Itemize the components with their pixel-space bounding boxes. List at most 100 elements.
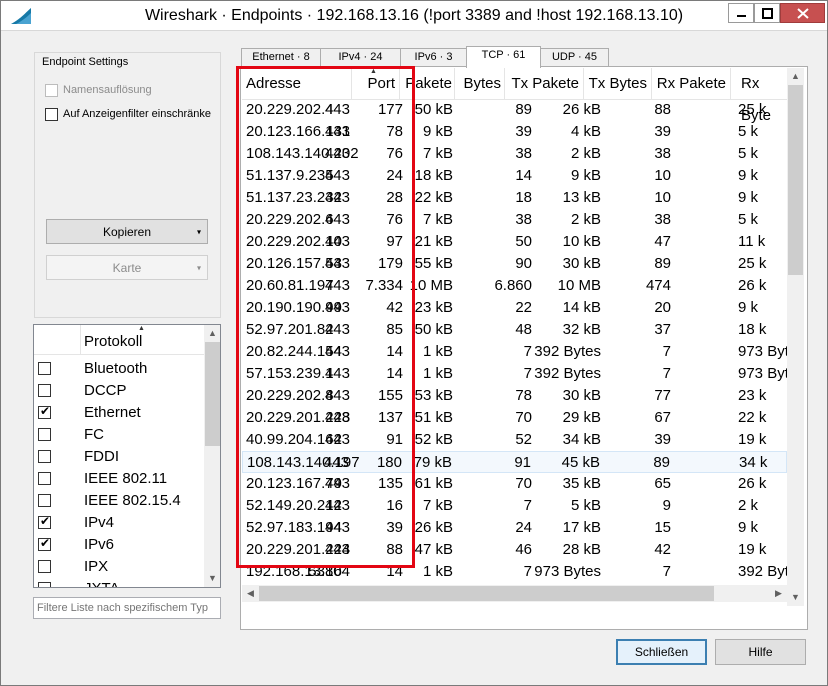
table-row[interactable]: 20.229.202.10 443 97 21 kB 50 10 kB 47 11 k <box>242 231 787 253</box>
table-row[interactable]: 57.153.239.1443141 kB7392 Bytes7973 Byte <box>242 363 787 385</box>
scroll-down-icon[interactable]: ▼ <box>787 589 804 606</box>
table-cell: 14 kB <box>562 299 601 316</box>
table-row[interactable]: 52.97.201.82 443 85 50 kB 48 32 kB 37 18 k <box>242 319 787 341</box>
close-window-button[interactable] <box>780 3 825 23</box>
table-cell: 35 kB <box>562 475 601 492</box>
protocol-checkbox[interactable]: ✔ <box>38 537 51 551</box>
help-button[interactable]: Hilfe <box>715 639 806 665</box>
limit-to-filter-checkbox-row[interactable]: Auf Anzeigenfilter einschränke <box>45 107 211 121</box>
table-row[interactable]: 20.60.81.197 443 7.334 10 MB 6.860 10 MB 474 26… <box>242 275 787 297</box>
column-header-rx-bytes[interactable]: Rx Byte <box>731 68 787 124</box>
protocol-checkbox[interactable] <box>38 560 51 573</box>
protocol-list-scrollbar[interactable]: ▲ ▼ <box>204 325 220 587</box>
table-cell: 474 <box>645 277 671 294</box>
table-vertical-scrollbar[interactable]: ▲ ▼ <box>787 68 804 606</box>
table-cell: 38 <box>654 211 671 228</box>
table-row[interactable]: 51.137.9.235 443 24 18 kB 14 9 kB 10 9 k <box>242 165 787 187</box>
tab-ipv4[interactable]: IPv4 · 24 <box>320 48 401 67</box>
table-row[interactable]: 52.97.183.194 443 39 26 kB 24 17 kB 15 9 k <box>242 517 787 539</box>
table-cell: 16 <box>386 497 403 514</box>
column-header-bytes[interactable]: Bytes <box>455 68 505 100</box>
tab-ethernet[interactable]: Ethernet · 8 <box>241 48 321 67</box>
vertical-scroll-thumb[interactable] <box>788 85 803 275</box>
table-cell: 9 k <box>738 167 759 184</box>
protocol-list-item[interactable]: IPX <box>34 556 204 578</box>
column-header-address[interactable]: Adresse <box>242 68 352 100</box>
protocol-checkbox[interactable]: ✔ <box>38 515 51 529</box>
column-header-tx-packets[interactable]: Tx Pakete <box>505 68 584 100</box>
protocol-checkbox[interactable]: ✔ <box>38 405 51 419</box>
table-row[interactable]: 20.190.190.99 443 42 23 kB 22 14 kB 20 9 k <box>242 297 787 319</box>
protocol-checkbox[interactable] <box>38 494 51 507</box>
table-row[interactable]: 108.143.140.202 443 76 7 kB 38 2 kB 38 5 k <box>242 143 787 165</box>
table-cell: 1 kB <box>422 563 453 580</box>
protocol-checkbox[interactable] <box>38 450 51 463</box>
close-button[interactable]: Schließen <box>616 639 707 665</box>
checkbox-column-header[interactable] <box>34 325 81 355</box>
table-cell: 443 <box>324 343 350 360</box>
protocol-list-item[interactable]: ✔ Ethernet <box>34 402 204 424</box>
protocol-list-item[interactable]: ✔ IPv4 <box>34 512 204 534</box>
table-cell: 9 <box>662 497 671 514</box>
limit-to-filter-checkbox[interactable] <box>45 107 58 121</box>
column-header-packets[interactable]: Pakete <box>400 68 455 100</box>
table-row[interactable]: 51.137.23.232 443 28 22 kB 18 13 kB 10 9 k <box>242 187 787 209</box>
protocol-list-item[interactable]: ✔ IPv6 <box>34 534 204 556</box>
scroll-thumb[interactable] <box>205 342 220 446</box>
table-row[interactable]: 20.229.202.6 443 76 7 kB 38 2 kB 38 5 k <box>242 209 787 231</box>
table-row[interactable]: 52.149.20.212 443 16 7 kB 7 5 kB 9 2 k <box>242 495 787 517</box>
protocol-checkbox[interactable] <box>38 428 51 441</box>
tab-tcp[interactable]: TCP · 61 <box>466 46 541 68</box>
table-horizontal-scrollbar[interactable]: ◀ ▶ <box>242 585 787 602</box>
map-button: Karte ▾ <box>46 255 208 280</box>
table-row[interactable]: 20.229.201.228 443 137 51 kB 70 29 kB 67 22 k <box>242 407 787 429</box>
protocol-list-item[interactable]: FC <box>34 424 204 446</box>
scroll-right-icon[interactable]: ▶ <box>770 585 787 602</box>
protocol-checkbox[interactable] <box>38 362 51 375</box>
table-row[interactable]: 20.229.201.224 443 88 47 kB 46 28 kB 42 19 k <box>242 539 787 561</box>
table-row[interactable]: 20.229.202.8 443 155 53 kB 78 30 kB 77 23 k <box>242 385 787 407</box>
scroll-left-icon[interactable]: ◀ <box>242 585 259 602</box>
tab-udp[interactable]: UDP · 45 <box>540 48 609 67</box>
column-header-rx-packets[interactable]: Rx Pakete <box>652 68 731 100</box>
maximize-button[interactable] <box>754 3 780 23</box>
protocol-list-item[interactable]: FDDI <box>34 446 204 468</box>
protocol-name: IEEE 802.15.4 <box>84 492 181 509</box>
scroll-up-icon[interactable]: ▲ <box>204 325 220 342</box>
table-row[interactable]: 192.168.13.16 53804 14 1 kB 7 973 Bytes 7 392 B… <box>242 561 787 583</box>
table-row[interactable]: 20.82.244.154 443 14 1 kB 7 392 Bytes 7 973 Byt… <box>242 341 787 363</box>
table-cell: 23 k <box>738 387 767 404</box>
table-cell: 20.229.202.6 <box>246 211 334 228</box>
scroll-up-icon[interactable]: ▲ <box>787 68 804 85</box>
protocol-list[interactable]: ▲ Protokoll Bluetooth DCCP ✔ Ethernet FC FDDI… <box>33 324 221 588</box>
table-row[interactable]: 20.126.157.53 443 179 55 kB 90 30 kB 89 25 k <box>242 253 787 275</box>
table-row[interactable]: 20.123.167.79 443 135 61 kB 70 35 kB 65 26 k <box>242 473 787 495</box>
protocol-checkbox[interactable] <box>38 384 51 397</box>
table-row[interactable]: 20.229.202.4 443 177 50 kB 89 26 kB 88 25 k <box>242 99 787 121</box>
column-header-tx-bytes[interactable]: Tx Bytes <box>584 68 652 100</box>
protocol-list-header: ▲ Protokoll <box>34 325 204 355</box>
protocol-list-item[interactable]: IEEE 802.15.4 <box>34 490 204 512</box>
protocol-list-item[interactable]: DCCP <box>34 380 204 402</box>
endpoints-table[interactable]: Adresse ▲ Port Pakete Bytes Tx Pakete Tx… <box>242 68 787 606</box>
table-cell: 51 kB <box>414 409 453 426</box>
protocol-filter-input[interactable] <box>33 597 221 619</box>
column-header-port[interactable]: ▲ Port <box>352 68 400 100</box>
scroll-down-icon[interactable]: ▼ <box>204 570 220 587</box>
protocol-checkbox[interactable] <box>38 582 51 587</box>
table-row[interactable]: 108.143.140.197 443 180 79 kB 91 45 kB 89 34 k <box>242 451 787 473</box>
horizontal-scroll-thumb[interactable] <box>259 586 714 601</box>
title-bar[interactable]: Wireshark · Endpoints · 192.168.13.16 (!… <box>1 1 827 31</box>
table-cell: 443 <box>324 255 350 272</box>
protocol-checkbox[interactable] <box>38 472 51 485</box>
copy-button[interactable]: Kopieren ▾ <box>46 219 208 244</box>
table-row[interactable]: 20.123.166.131 443 78 9 kB 39 4 kB 39 5 k <box>242 121 787 143</box>
protocol-list-item[interactable]: IEEE 802.11 <box>34 468 204 490</box>
tab-ipv6[interactable]: IPv6 · 3 <box>400 48 467 67</box>
minimize-button[interactable] <box>728 3 754 23</box>
protocol-list-item[interactable]: JXTA <box>34 578 204 587</box>
table-cell: 7.334 <box>365 277 403 294</box>
protocol-list-item[interactable]: Bluetooth <box>34 358 204 380</box>
table-row[interactable]: 40.99.204.162 443 91 52 kB 52 34 kB 39 19 k <box>242 429 787 451</box>
protocol-column-header[interactable]: Protokoll <box>84 333 142 350</box>
